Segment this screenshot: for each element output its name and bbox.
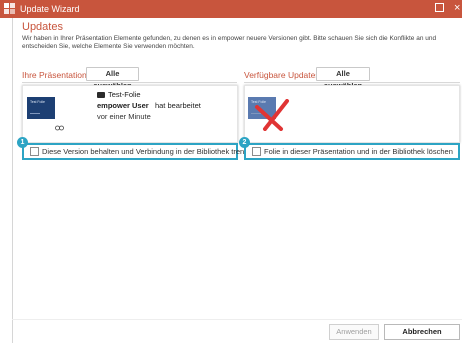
- edit-time: vor einer Minute: [97, 112, 151, 121]
- keep-version-option[interactable]: Diese Version behalten und Verbindung in…: [22, 143, 257, 160]
- left-select-all-button[interactable]: Alle auswählen: [86, 67, 139, 90]
- thumbnail-title: Test Folie: [30, 100, 45, 104]
- link-icon: [55, 125, 64, 131]
- wizard-frame: [12, 18, 462, 343]
- delete-cross-icon: [255, 99, 289, 131]
- page-title: Updates: [22, 21, 63, 33]
- right-header-divider: [244, 82, 460, 83]
- cancel-button[interactable]: Abbrechen: [384, 324, 460, 340]
- delete-slide-option[interactable]: Folie in dieser Präsentation und in der …: [244, 143, 460, 160]
- window-title: Update Wizard: [20, 4, 80, 14]
- keep-version-checkbox[interactable]: [30, 147, 39, 156]
- delete-slide-label: Folie in dieser Präsentation und in der …: [264, 147, 453, 156]
- left-header-divider: [22, 82, 237, 83]
- current-slide-thumbnail: Test Folie: [27, 97, 55, 119]
- close-icon[interactable]: ×: [454, 0, 460, 16]
- page-description: Wir haben in Ihrer Präsentation Elemente…: [22, 35, 437, 50]
- right-select-all-button[interactable]: Alle auswählen: [316, 67, 370, 90]
- delete-slide-checkbox[interactable]: [252, 147, 261, 156]
- editor-action: hat bearbeitet: [154, 101, 201, 110]
- footer-divider: [12, 319, 462, 320]
- slide-name: Test-Folie: [108, 90, 141, 99]
- right-column-label: Verfügbare Updates: [244, 70, 320, 80]
- editor-info: empower User hat bearbeitet: [97, 101, 201, 111]
- window-titlebar: Update Wizard ×: [0, 0, 462, 18]
- editor-user: empower User: [97, 101, 149, 110]
- keep-version-label: Diese Version behalten und Verbindung in…: [42, 147, 257, 156]
- apply-button[interactable]: Anwenden: [329, 324, 379, 340]
- slide-icon: [97, 92, 105, 98]
- option-badge-1: 1: [17, 137, 28, 148]
- thumbnail-subtitle-line: [30, 113, 40, 114]
- maximize-icon[interactable]: [435, 3, 444, 12]
- app-logo-icon: [4, 3, 15, 14]
- left-column-label: Ihre Präsentation: [22, 70, 87, 80]
- option-badge-2: 2: [239, 137, 250, 148]
